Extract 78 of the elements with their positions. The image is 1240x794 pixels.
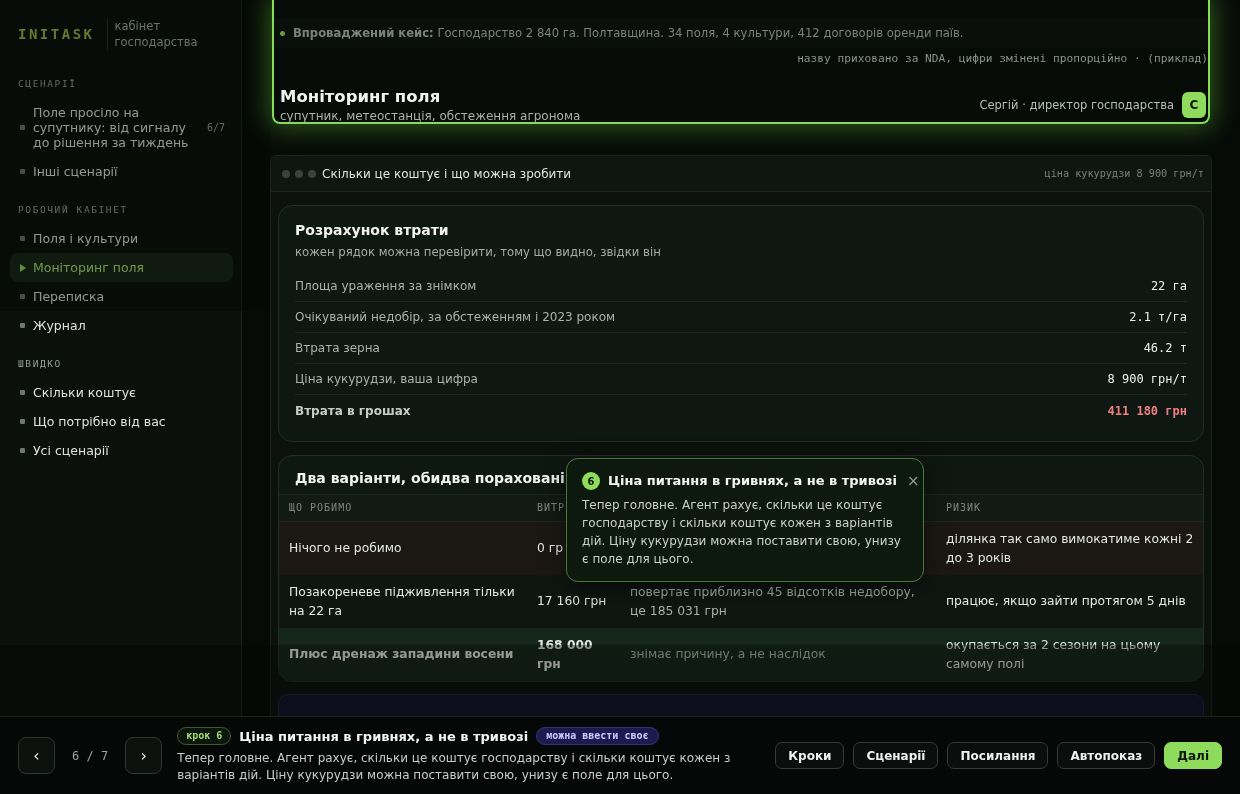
brand-subtitle: кабінет господарства (114, 18, 199, 50)
bullet-icon (20, 448, 25, 453)
sidebar-item[interactable]: Усі сценарії (10, 436, 233, 465)
row-label: Ціна кукурудзи, ваша цифра (295, 372, 478, 386)
page-subtitle: супутник, метеостанція, обстеження агронома (280, 108, 581, 124)
bullet-icon (20, 419, 25, 424)
bullet-icon (20, 323, 25, 328)
row-value: 2.1 т/га (1129, 310, 1187, 324)
sidebar-item[interactable]: Поле просіло на супутнику: від сигналу до рішення за тиждень 6/7 (10, 98, 233, 157)
bullet-icon (20, 294, 25, 299)
table-cell-text: працює, якщо зайти протягом 5 днів (946, 593, 1186, 611)
sidebar-item[interactable]: Що потрібно від вас (10, 407, 233, 436)
table-cell-text: ділянка так само вимокатиме кожні 2 до 3 років (946, 531, 1195, 567)
step-title: Ціна питання в гривнях, а не в тривозі (239, 728, 529, 744)
user-name: Сергій · директор господарства (979, 98, 1174, 112)
tour-button[interactable]: Кроки (775, 742, 845, 769)
column-header: РИЗИК (946, 502, 982, 514)
table-cell-text: Нічого не робимо (289, 540, 402, 558)
section-heading: ШВИДКО (17, 358, 63, 370)
row-label: Площа ураження за знімком (295, 279, 477, 293)
page-title: Моніторинг поля (280, 86, 442, 108)
disclaimer-note: назву приховано за NDA, цифри змінені пропорційно · (приклад) (796, 52, 1209, 65)
tooltip-text: Тепер головне. Агент рахує, скільки це коштує господарству і скільки коштує кожен з варіантів дій. Ціну кукурудзи можна поставити свою, унизу є поле для цього. (582, 497, 902, 568)
table-cell-text: знімає причину, а не наслідок (630, 646, 826, 664)
panel-title: Скільки це коштує і що можна зробити (322, 166, 572, 181)
row-label: Очікуваний недобір, за обстеженням і 2023 роком (295, 310, 616, 324)
sidebar-item[interactable]: Журнал (10, 311, 233, 340)
step-badge: крок 6 (177, 727, 232, 745)
bullet-icon (20, 169, 25, 174)
card-title: Розрахунок втрати (295, 221, 450, 240)
window-dot-icon (308, 169, 316, 178)
column-header: ВИТР (537, 502, 566, 514)
row-value: 8 900 грн/т (1107, 372, 1187, 386)
tour-button[interactable]: Автопоказ (1057, 742, 1156, 769)
bullet-icon (20, 390, 25, 395)
sidebar-item[interactable]: Поля і культури (10, 224, 233, 253)
section-heading: СЦЕНАРІЇ (17, 78, 78, 90)
bullet-icon (20, 125, 25, 130)
sidebar-item[interactable]: Переписка (10, 282, 233, 311)
table-cell-text: Плюс дренаж западини восени (289, 646, 514, 664)
table-cell-text: повертає приблизно 45 відсотків недобору, це 185 031 грн (630, 584, 916, 620)
row-value: 46.2 т (1143, 341, 1187, 355)
tour-button[interactable]: Посилання (947, 742, 1049, 769)
row-label: Втрата в грошах (295, 403, 411, 418)
next-button[interactable]: › (125, 737, 163, 774)
table-cell-text: 168 000 грн (537, 637, 594, 673)
row-value: 22 га (1150, 279, 1187, 293)
tour-button[interactable]: Далі (1164, 742, 1222, 769)
sidebar-item[interactable]: Скільки коштує (10, 378, 233, 407)
step-counter: 6 / 7 (72, 748, 109, 763)
step-description: Тепер головне. Агент рахує, скільки це коштує господарству і скільки коштує кожен з варіантів дій. Ціну кукурудзи можна поставити свою, унизу є поле для цього. (177, 750, 732, 784)
close-button[interactable]: × (904, 473, 922, 489)
sidebar-item[interactable]: Інші сценарії (10, 157, 233, 186)
row-value: 411 180 грн (1107, 403, 1187, 418)
tooltip-title: Ціна питання в гривнях, а не в тривозі (608, 472, 897, 490)
table-cell-text: 0 гр (537, 540, 563, 558)
step-count: 6/7 (206, 122, 225, 133)
card-subtitle: кожен рядок можна перевірити, тому що видно, звідки він (295, 244, 662, 261)
window-dot-icon (282, 169, 290, 178)
dot-icon (280, 30, 285, 36)
bullet-icon (20, 236, 25, 241)
triangle-icon (20, 263, 26, 272)
row-label: Втрата зерна (295, 341, 380, 355)
card-title: Два варіанти, обидва пораховані (295, 469, 565, 488)
section-heading: РОБОЧИЙ КАБІНЕТ (17, 204, 129, 216)
table-cell-text: Позакореневе підживлення тільки на 22 га (289, 584, 516, 620)
case-note: Впроваджений кейс: Господарство 2 840 га. Полтавщина. 34 поля, 4 культури, 412 договорів оренди паїв. (293, 26, 964, 40)
input-tag: можна ввести своє (536, 727, 659, 745)
tour-button[interactable]: Сценарії (853, 742, 939, 769)
step-number-badge: 6 (582, 472, 600, 490)
column-header: ЩО РОБИМО (289, 502, 353, 514)
price-note: ціна кукурудзи 8 900 грн/т (1044, 168, 1204, 179)
previous-button[interactable]: ‹ (18, 737, 55, 774)
table-cell-text: 17 160 грн (537, 593, 607, 611)
window-dot-icon (295, 169, 303, 178)
avatar[interactable]: С (1182, 92, 1206, 118)
table-cell-text: окупається за 2 сезони на цьому самому полі (946, 637, 1162, 673)
logo: INITASK (18, 26, 95, 42)
